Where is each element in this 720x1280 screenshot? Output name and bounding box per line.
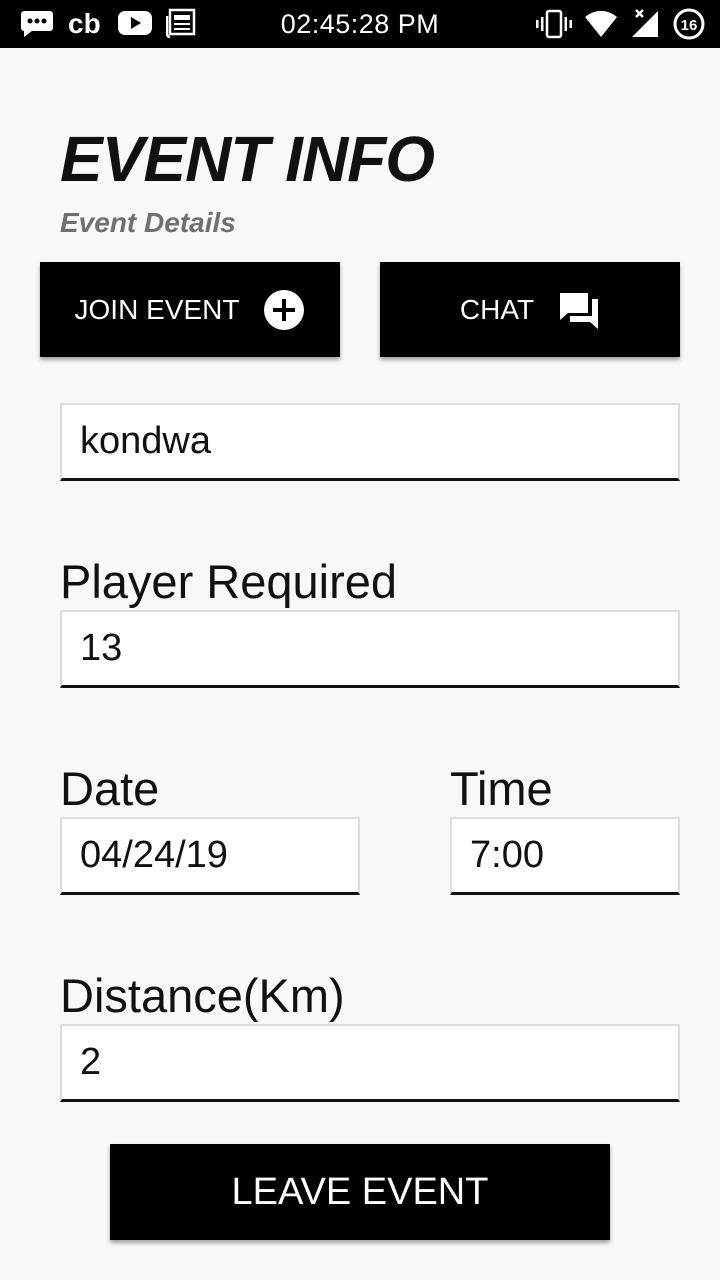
wifi-icon xyxy=(584,9,618,39)
time-input[interactable] xyxy=(450,817,680,895)
date-label: Date xyxy=(60,762,160,815)
leave-event-label: LEAVE EVENT xyxy=(231,1170,489,1213)
join-event-label: JOIN EVENT xyxy=(74,293,240,325)
page-title: EVENT INFO xyxy=(60,123,435,195)
distance-input[interactable] xyxy=(60,1024,680,1102)
chat-label: CHAT xyxy=(459,293,535,325)
distance-label: Distance(Km) xyxy=(60,969,345,1022)
vibrate-icon xyxy=(536,8,572,40)
status-bar: cb 02:45:28 PM 16 xyxy=(0,0,720,48)
date-input[interactable] xyxy=(60,817,360,895)
leave-event-button[interactable]: LEAVE EVENT xyxy=(110,1144,610,1240)
battery-icon: 16 xyxy=(672,7,706,41)
page-subtitle: Event Details xyxy=(60,207,236,238)
join-event-button[interactable]: JOIN EVENT xyxy=(40,262,340,357)
time-label: Time xyxy=(450,762,553,815)
battery-level: 16 xyxy=(681,17,698,34)
players-input[interactable] xyxy=(60,610,680,688)
add-circle-icon xyxy=(263,289,305,331)
chat-button[interactable]: CHAT xyxy=(380,262,680,357)
system-icons: 16 xyxy=(536,7,706,41)
location-input[interactable] xyxy=(60,403,680,481)
signal-icon xyxy=(630,9,660,39)
players-label: Player Required xyxy=(60,555,398,608)
chat-icon xyxy=(558,289,600,331)
